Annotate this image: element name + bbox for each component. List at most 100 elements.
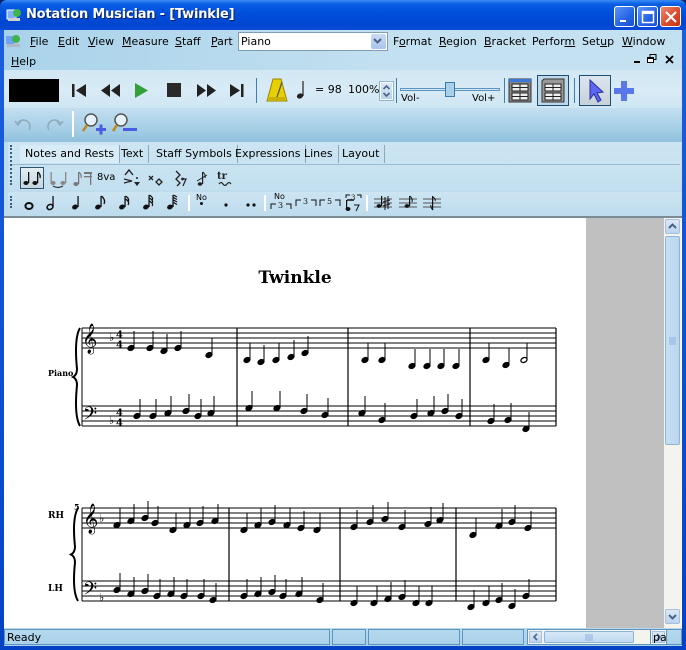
scroll-up-button[interactable] bbox=[665, 219, 680, 234]
tab-text[interactable]: Text bbox=[116, 145, 150, 163]
play-icon[interactable] bbox=[132, 81, 150, 100]
quintuplet-icon[interactable]: 5 bbox=[319, 196, 341, 208]
status-bar: Ready pa bbox=[4, 628, 682, 646]
tempo-value: = 98 bbox=[315, 83, 342, 96]
status-pane-4 bbox=[462, 629, 524, 645]
grace-notes-tool-icon[interactable] bbox=[194, 169, 210, 189]
part-select[interactable]: Piano bbox=[238, 32, 388, 51]
menu-view[interactable]: View bbox=[88, 35, 114, 48]
spin-up-down-icon bbox=[382, 84, 391, 98]
minimize-button[interactable] bbox=[614, 6, 635, 27]
custom-tuplet-icon[interactable]: 3 bbox=[344, 193, 364, 213]
score-page[interactable]: Twinkle 𝄞 𝄢 ♭ ♭ 4 4 4 4 𝄞 𝄢 ♭ ♭ Piano RH LH 5 bbox=[4, 218, 586, 628]
scroll-view-icon bbox=[508, 78, 532, 103]
volume-slider-thumb[interactable] bbox=[445, 82, 455, 97]
mdi-restore-icon[interactable] bbox=[647, 54, 657, 64]
ties-tool-icon[interactable] bbox=[48, 169, 70, 189]
brace bbox=[70, 327, 81, 427]
tab-notes-and-rests[interactable]: Notes and Rests bbox=[20, 145, 121, 163]
mdi-close-icon[interactable] bbox=[665, 55, 675, 65]
menu-region[interactable]: Region bbox=[439, 35, 477, 48]
add-tool-icon[interactable] bbox=[612, 79, 636, 103]
go-to-end-icon[interactable] bbox=[228, 82, 246, 99]
tab-lines[interactable]: Lines bbox=[299, 145, 339, 163]
octave-tool[interactable]: 8va bbox=[97, 172, 115, 183]
toolbar-grip[interactable] bbox=[10, 196, 13, 208]
tab-layout[interactable]: Layout bbox=[337, 145, 386, 163]
go-to-start-icon[interactable] bbox=[70, 82, 88, 99]
menu-format[interactable]: Format bbox=[393, 35, 432, 48]
menu-help[interactable]: Help bbox=[11, 55, 36, 68]
zoom-in-icon[interactable] bbox=[82, 111, 108, 137]
quarter-note-icon bbox=[296, 81, 304, 99]
tuplet-number: 3 bbox=[278, 201, 283, 210]
tab-staff-symbols[interactable]: Staff Symbols bbox=[151, 145, 238, 163]
scroll-down-button[interactable] bbox=[665, 609, 680, 624]
triplet-icon[interactable]: 3 bbox=[295, 196, 317, 208]
whole-note-icon[interactable] bbox=[22, 196, 36, 212]
notes-tool-button[interactable] bbox=[20, 167, 44, 189]
double-dot-icon[interactable] bbox=[244, 196, 258, 210]
vertical-scrollbar[interactable] bbox=[664, 218, 681, 628]
menu-edit[interactable]: Edit bbox=[58, 35, 79, 48]
zoom-spinner[interactable] bbox=[379, 81, 394, 101]
part-select-value: Piano bbox=[241, 35, 271, 48]
sixteenth-note-icon[interactable] bbox=[116, 194, 132, 212]
menu-file[interactable]: File bbox=[30, 35, 48, 48]
metronome-icon[interactable] bbox=[265, 77, 289, 103]
menu-measure[interactable]: Measure bbox=[122, 35, 169, 48]
maximize-button[interactable] bbox=[637, 6, 658, 27]
selection-tool-button[interactable] bbox=[579, 75, 611, 106]
rests-tool-icon[interactable] bbox=[172, 169, 188, 189]
stem-direction-icon[interactable] bbox=[398, 194, 418, 212]
notes-tool-icon bbox=[23, 171, 41, 185]
menu-perform[interactable]: Perform bbox=[532, 35, 575, 48]
thirty-second-note-icon[interactable] bbox=[140, 194, 156, 212]
menu-setup[interactable]: Setup bbox=[582, 35, 614, 48]
close-button[interactable] bbox=[660, 6, 681, 27]
grip-lines-icon bbox=[669, 337, 676, 345]
single-dot-icon[interactable] bbox=[222, 196, 230, 210]
half-note-icon[interactable] bbox=[44, 194, 58, 212]
rewind-icon[interactable] bbox=[99, 82, 123, 99]
zoom-out-icon[interactable] bbox=[112, 111, 138, 137]
time-signature-bottom: 4 bbox=[116, 340, 123, 351]
flip-note-icon[interactable] bbox=[422, 194, 442, 212]
tab-expressions[interactable]: Expressions bbox=[230, 145, 307, 163]
page-view-icon bbox=[541, 78, 565, 103]
vertical-scroll-thumb[interactable] bbox=[665, 236, 680, 445]
redo-icon[interactable] bbox=[44, 113, 66, 135]
noteheads-tool-icon[interactable] bbox=[148, 169, 166, 189]
menu-bracket[interactable]: Bracket bbox=[484, 35, 526, 48]
grip-lines-icon bbox=[585, 634, 593, 641]
eighth-note-icon[interactable] bbox=[92, 194, 108, 212]
status-pane-3 bbox=[368, 629, 460, 645]
undo-icon[interactable] bbox=[12, 113, 34, 135]
volume-slider[interactable]: Vol- Vol+ bbox=[400, 82, 502, 104]
beams-tool-icon[interactable] bbox=[72, 169, 94, 189]
horizontal-scroll-thumb[interactable] bbox=[544, 631, 634, 643]
no-tuplet-button[interactable]: No 3 bbox=[270, 192, 292, 212]
fast-forward-icon[interactable] bbox=[195, 82, 219, 99]
sixty-fourth-note-icon[interactable] bbox=[164, 194, 180, 212]
chevron-down-icon bbox=[668, 614, 677, 620]
document-icon[interactable] bbox=[6, 34, 22, 48]
quarter-note-icon[interactable] bbox=[69, 194, 83, 212]
respell-enharmonic-icon[interactable] bbox=[373, 194, 393, 212]
part-select-dropdown-button[interactable] bbox=[371, 34, 386, 49]
scroll-view-button[interactable] bbox=[507, 77, 533, 104]
chevron-left-icon bbox=[532, 633, 538, 641]
menu-window[interactable]: Window bbox=[622, 35, 665, 48]
horizontal-scrollbar[interactable] bbox=[527, 629, 667, 645]
menu-part[interactable]: Part bbox=[211, 35, 233, 48]
articulations-tool-icon[interactable] bbox=[123, 169, 141, 189]
scroll-left-button[interactable] bbox=[529, 631, 542, 643]
chevron-up-icon bbox=[668, 223, 677, 229]
triplet-number: 3 bbox=[303, 197, 308, 206]
no-dot-button[interactable]: No bbox=[196, 193, 212, 211]
mdi-minimize-icon[interactable] bbox=[633, 55, 643, 65]
score-view: Twinkle 𝄞 𝄢 ♭ ♭ 4 4 4 4 𝄞 𝄢 ♭ ♭ Piano RH LH 5 bbox=[4, 216, 682, 628]
page-view-button[interactable] bbox=[537, 75, 569, 106]
stop-icon[interactable] bbox=[166, 82, 182, 98]
menu-staff[interactable]: Staff bbox=[175, 35, 201, 48]
